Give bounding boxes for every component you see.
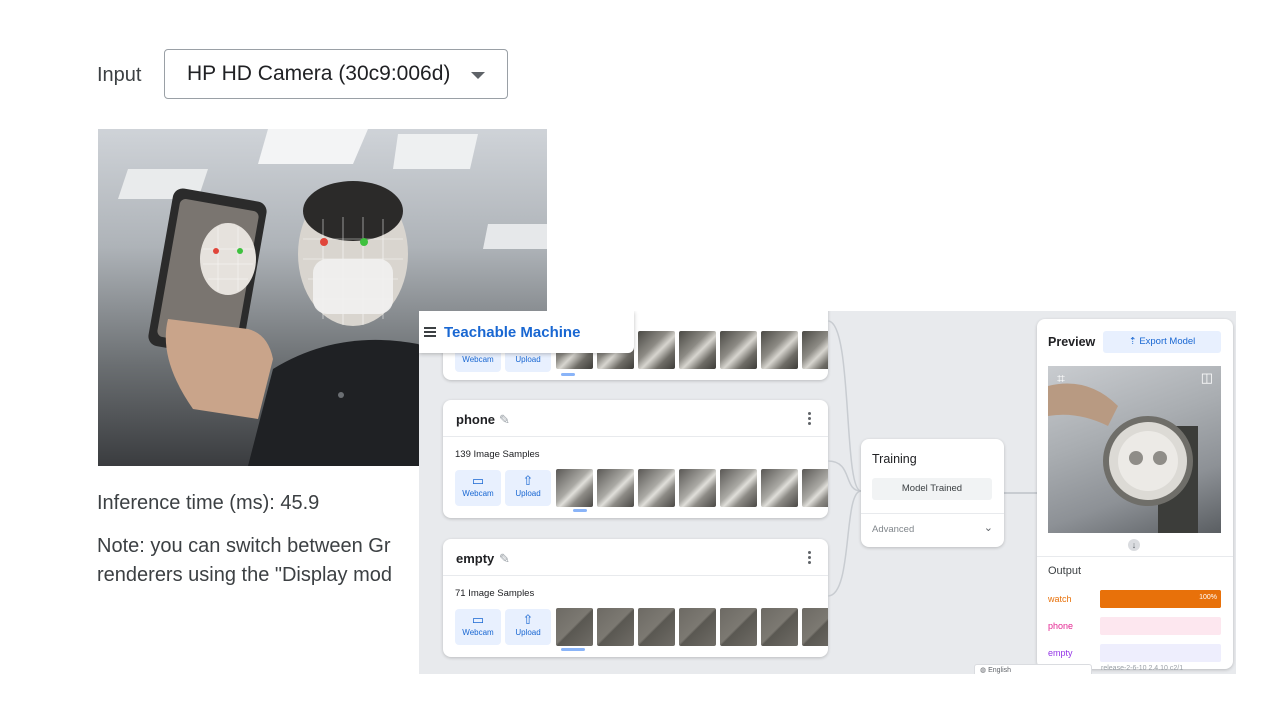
preview-webcam-feed: ⌗ ◫: [1048, 366, 1221, 533]
thumb-scrollbar[interactable]: [573, 509, 587, 512]
training-title: Training: [872, 452, 917, 466]
export-model-button[interactable]: ⇡ Export Model: [1103, 331, 1221, 353]
sample-thumb: [679, 608, 716, 646]
camera-select[interactable]: HP HD Camera (30c9:006d): [164, 49, 508, 99]
pencil-icon[interactable]: ✎: [499, 412, 510, 428]
preview-panel: Preview ⇡ Export Model ⌗ ◫ ↓ Output watc…: [1037, 319, 1233, 669]
webcam-icon: ▭: [471, 612, 485, 627]
camera-select-value: HP HD Camera (30c9:006d): [187, 62, 451, 85]
webcam-label: Webcam: [462, 628, 494, 637]
app-brand[interactable]: Teachable Machine: [444, 324, 580, 341]
confidence-bar: [1100, 644, 1221, 662]
flip-icon[interactable]: ◫: [1201, 370, 1213, 386]
sample-thumb: [556, 469, 593, 507]
card-divider: [443, 575, 828, 576]
chevron-down-icon[interactable]: ⌄: [984, 521, 993, 534]
class-name[interactable]: empty: [456, 551, 494, 566]
sample-thumb: [638, 469, 675, 507]
app-header: Teachable Machine: [419, 311, 634, 353]
confidence-percent: 100%: [1199, 594, 1217, 601]
confidence-bar: 100%: [1100, 590, 1221, 608]
sample-thumb: [679, 331, 716, 369]
output-label: watch: [1048, 594, 1072, 604]
sample-thumbnails[interactable]: [556, 469, 828, 507]
sample-thumb: [802, 608, 828, 646]
note-line-1: Note: you can switch between Gr: [97, 535, 391, 557]
language-select[interactable]: ◍ English: [974, 664, 1092, 674]
sample-thumb: [720, 331, 757, 369]
export-icon: ⇡: [1128, 336, 1140, 347]
webcam-icon: ▭: [471, 473, 485, 488]
thumb-scrollbar[interactable]: [561, 373, 575, 376]
upload-label: Upload: [515, 628, 541, 637]
input-label: Input: [97, 64, 142, 86]
sample-thumb: [720, 469, 757, 507]
preview-title: Preview: [1048, 335, 1096, 349]
training-divider: [861, 513, 1004, 514]
output-title: Output: [1048, 565, 1082, 577]
upload-button[interactable]: ⇧ Upload: [505, 470, 551, 506]
menu-icon[interactable]: [424, 325, 436, 339]
train-model-button[interactable]: Model Trained: [872, 478, 992, 500]
upload-button[interactable]: ⇧ Upload: [505, 609, 551, 645]
output-label: empty: [1048, 648, 1073, 658]
class-name[interactable]: phone: [456, 412, 495, 427]
sample-thumb: [679, 469, 716, 507]
class-card-phone: phone ✎ 139 Image Samples ▭ Webcam ⇧ Upl…: [443, 400, 828, 518]
teachable-machine-window: Teachable Machine ▭ Webcam ⇧ Upload phon…: [419, 311, 1236, 674]
webcam-button[interactable]: ▭ Webcam: [455, 470, 501, 506]
sample-thumb: [556, 608, 593, 646]
globe-icon: ◍: [980, 667, 989, 674]
pencil-icon[interactable]: ✎: [499, 551, 510, 567]
sample-thumbnails[interactable]: [556, 608, 828, 646]
training-connector: [1004, 492, 1037, 494]
preview-scene: [1048, 383, 1198, 533]
language-value: English: [988, 667, 1012, 674]
class-card-empty: empty ✎ 71 Image Samples ▭ Webcam ⇧ Uplo…: [443, 539, 828, 657]
sample-thumb: [802, 331, 828, 369]
upload-label: Upload: [515, 355, 541, 364]
sample-count: 139 Image Samples: [455, 449, 540, 460]
version-text: release-2-6-10 2.4.10 c2/1: [1101, 665, 1184, 672]
webcam-label: Webcam: [462, 489, 494, 498]
more-vert-icon[interactable]: [806, 549, 812, 566]
sample-thumb: [761, 331, 798, 369]
upload-icon: ⇧: [522, 473, 534, 488]
sample-thumb: [761, 469, 798, 507]
card-divider: [443, 436, 828, 437]
export-label: Export Model: [1139, 336, 1196, 347]
webcam-button[interactable]: ▭ Webcam: [455, 609, 501, 645]
sample-thumb: [597, 469, 634, 507]
sample-thumb: [597, 608, 634, 646]
sample-thumb: [638, 608, 675, 646]
upload-label: Upload: [515, 489, 541, 498]
sample-thumb: [761, 608, 798, 646]
inference-time: Inference time (ms): 45.9: [97, 492, 320, 514]
training-panel: Training Model Trained Advanced ⌄: [861, 439, 1004, 547]
sample-count: 71 Image Samples: [455, 588, 535, 599]
crop-icon[interactable]: ⌗: [1057, 370, 1065, 387]
upload-icon: ⇧: [522, 612, 534, 627]
sample-thumb: [638, 331, 675, 369]
note-line-2: renderers using the "Display mod: [97, 564, 393, 586]
more-vert-icon[interactable]: [806, 410, 812, 427]
sample-thumb: [802, 469, 828, 507]
output-label: phone: [1048, 621, 1074, 631]
output-row: empty: [1048, 644, 1221, 662]
dropdown-caret-icon: [471, 72, 485, 79]
output-row: watch 100%: [1048, 590, 1221, 608]
output-row: phone: [1048, 617, 1221, 635]
sample-thumb: [720, 608, 757, 646]
advanced-toggle[interactable]: Advanced: [872, 524, 914, 535]
confidence-bar: [1100, 617, 1221, 635]
webcam-label: Webcam: [462, 355, 494, 364]
arrow-down-icon[interactable]: ↓: [1128, 539, 1140, 551]
thumb-scrollbar[interactable]: [561, 648, 585, 651]
preview-divider: [1037, 556, 1233, 557]
renderer-note: Note: you can switch between Gr renderer…: [97, 532, 392, 590]
